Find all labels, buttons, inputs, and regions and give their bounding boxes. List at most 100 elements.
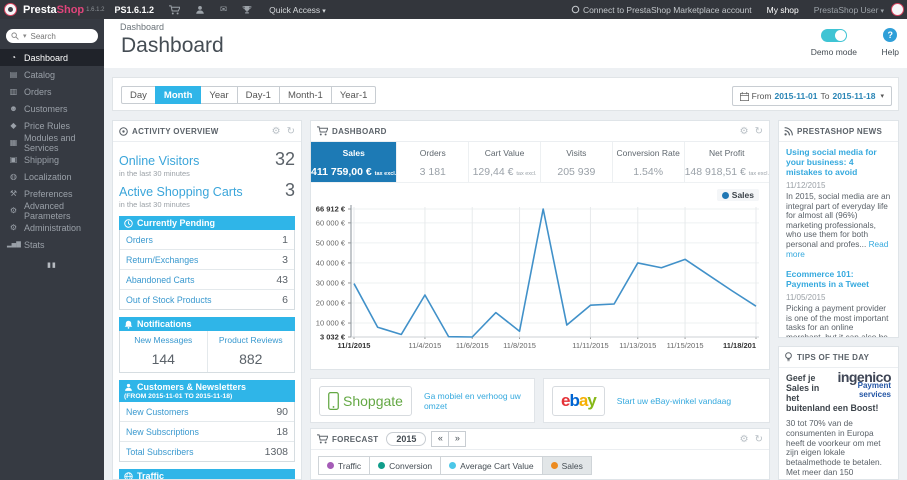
table-row: Return/Exchanges 3 [120, 250, 294, 270]
refresh-icon[interactable]: ↻ [755, 126, 763, 137]
sidebar-item-modules[interactable]: ▦ Modules and Services [0, 133, 104, 153]
active-carts-link[interactable]: Active Shopping Carts [119, 185, 243, 199]
sidebar-item-shipping[interactable]: ▣ Shipping [0, 151, 104, 168]
ebay-link[interactable]: Start uw eBay-winkel vandaag [617, 396, 731, 406]
my-shop-link[interactable]: My shop [767, 5, 799, 15]
sidebar-item-administration[interactable]: ⚙ Administration [0, 219, 104, 236]
pending-rows: Orders 1 Return/Exchanges 3 Abandoned Cart… [119, 230, 295, 310]
news-item-title[interactable]: Using social media for your business: 4 … [786, 147, 891, 177]
panel-title: TIPS OF THE DAY [797, 352, 870, 362]
sidebar-item-preferences[interactable]: ⚒ Preferences [0, 185, 104, 202]
previous-year-button[interactable]: « [431, 431, 450, 447]
forecast-year-nav: « » [431, 431, 467, 447]
sidebar-item-advanced-parameters[interactable]: ⚙ Advanced Parameters [0, 201, 104, 221]
calendar-icon [739, 91, 749, 101]
range-month-button[interactable]: Month [154, 86, 202, 104]
news-item-title[interactable]: Ecommerce 101: Payments in a Tweet [786, 269, 891, 289]
gear-icon[interactable]: ⚙ [740, 126, 749, 137]
forecast-toggle-sales[interactable]: Sales [541, 456, 592, 475]
range-year-1-button[interactable]: Year-1 [330, 86, 377, 104]
forecast-toggle-conversion[interactable]: Conversion [369, 456, 442, 475]
date-range-picker[interactable]: From 2015-11-01 To 2015-11-18 ▾ [731, 86, 892, 106]
bar-chart-icon: ▂▅▇ [7, 242, 21, 248]
forecast-toggle-traffic[interactable]: Traffic [318, 456, 371, 475]
version-label: 1.6.1.2 [86, 6, 105, 13]
marketplace-icon [571, 5, 580, 14]
wrench-icon: ⚒ [9, 189, 18, 198]
sidebar-item-catalog[interactable]: ▤ Catalog [0, 66, 104, 83]
sidebar-item-price-rules[interactable]: ◆ Price Rules [0, 117, 104, 134]
demo-mode-toggle[interactable] [820, 29, 847, 42]
range-day-button[interactable]: Day [121, 86, 156, 104]
brand-wordmark: PrestaShop [23, 3, 85, 16]
messages-icon[interactable]: ✉ [220, 4, 227, 15]
sidebar-item-localization[interactable]: ◍ Localization [0, 168, 104, 185]
gear-icon: ⚙ [9, 223, 18, 232]
main-content: Day Month Year Day-1 Month-1 Year-1 From… [104, 68, 907, 480]
employee-icon[interactable] [195, 5, 205, 15]
sidebar-item-dashboard[interactable]: ◔ Dashboard [0, 49, 104, 66]
help-label: Help [881, 47, 899, 57]
next-year-button[interactable]: » [448, 431, 467, 447]
collapse-menu-button[interactable]: ▮▮ [0, 261, 104, 269]
customers-newsletters-header: Customers & Newsletters (FROM 2015-11-01… [119, 380, 295, 402]
shopgate-banner[interactable]: Shopgate Ga mobiel en verhoog uw omzet [310, 378, 535, 423]
ebay-letter: a [578, 390, 589, 410]
gear-icon[interactable]: ⚙ [740, 434, 749, 445]
quick-access-menu[interactable]: Quick Access ▾ [269, 5, 326, 15]
ebay-banner[interactable]: e b a y Start uw eBay-winkel vandaag [543, 378, 770, 423]
forecast-toggle-average-cart-value[interactable]: Average Cart Value [440, 456, 543, 475]
kpi-net-profit[interactable]: Net Profit 148 918,51 € tax excl. [683, 142, 769, 182]
sidebar-search[interactable]: ▾ [6, 29, 98, 43]
page-title: Dashboard [121, 34, 224, 57]
sidebar-item-customers[interactable]: ☻ Customers [0, 100, 104, 117]
marketplace-connect-link[interactable]: Connect to PrestaShop Marketplace accoun… [571, 5, 752, 15]
breadcrumb[interactable]: Dashboard [120, 22, 164, 32]
ebay-letter: e [561, 390, 571, 410]
ebay-letter: y [587, 390, 597, 410]
table-row: Abandoned Carts 43 [120, 270, 294, 290]
demo-mode-control: Demo mode [811, 29, 857, 57]
help-control[interactable]: ? Help [882, 28, 899, 57]
kpi-visits[interactable]: Visits 205 939 [539, 142, 612, 182]
search-type-caret[interactable]: ▾ [23, 32, 27, 40]
sidebar-item-orders[interactable]: ▥ Orders [0, 83, 104, 100]
cart-icon[interactable] [169, 4, 181, 15]
range-day-1-button[interactable]: Day-1 [236, 86, 280, 104]
shopgate-link[interactable]: Ga mobiel en verhoog uw omzet [424, 391, 534, 411]
kpi-sales[interactable]: Sales 411 759,00 € tax excl. [311, 142, 397, 182]
prestashop-logo [4, 3, 17, 16]
globe-icon: ◍ [10, 172, 17, 181]
sidebar-item-stats[interactable]: ▂▅▇ Stats [0, 236, 104, 253]
svg-text:11/1/2015: 11/1/2015 [338, 341, 371, 350]
kpi-cart-value[interactable]: Cart Value 129,44 € tax excl. [468, 142, 540, 182]
kpi-conversion-rate[interactable]: Conversion Rate 1.54% [611, 142, 684, 182]
catalog-icon: ▤ [9, 70, 18, 79]
panel-title: DASHBOARD [332, 126, 387, 136]
svg-text:11/11/2015: 11/11/2015 [572, 341, 608, 350]
svg-text:11/4/2015: 11/4/2015 [409, 341, 442, 350]
avatar[interactable] [891, 3, 904, 16]
gear-icon[interactable]: ⚙ [272, 126, 281, 137]
range-month-1-button[interactable]: Month-1 [278, 86, 332, 104]
demo-mode-label: Demo mode [810, 47, 857, 57]
online-visitors-link[interactable]: Online Visitors [119, 154, 199, 168]
active-carts-subtitle: in the last 30 minutes [119, 200, 190, 209]
range-year-button[interactable]: Year [200, 86, 238, 104]
user-menu[interactable]: PrestaShop User ▾ [814, 5, 884, 15]
trophy-icon[interactable] [242, 5, 252, 15]
dashboard-panel: DASHBOARD ⚙ ↻ Sales 411 759,00 € tax excl… [310, 120, 770, 370]
shop-name[interactable]: PS1.6.1.2 [115, 5, 155, 15]
svg-text:11/8/2015: 11/8/2015 [503, 341, 536, 350]
activity-icon [119, 126, 128, 136]
refresh-icon[interactable]: ↻ [755, 434, 763, 445]
kpi-orders[interactable]: Orders 3 181 [396, 142, 468, 182]
cart-icon [317, 126, 328, 136]
svg-text:50 000 €: 50 000 € [316, 238, 346, 247]
help-icon[interactable]: ? [883, 28, 898, 42]
svg-text:3 032 €: 3 032 € [320, 333, 346, 342]
online-visitors-subtitle: in the last 30 minutes [119, 169, 190, 178]
search-input[interactable] [28, 30, 91, 42]
table-row: Total Subscribers 1308 [126, 445, 288, 458]
refresh-icon[interactable]: ↻ [287, 126, 295, 137]
